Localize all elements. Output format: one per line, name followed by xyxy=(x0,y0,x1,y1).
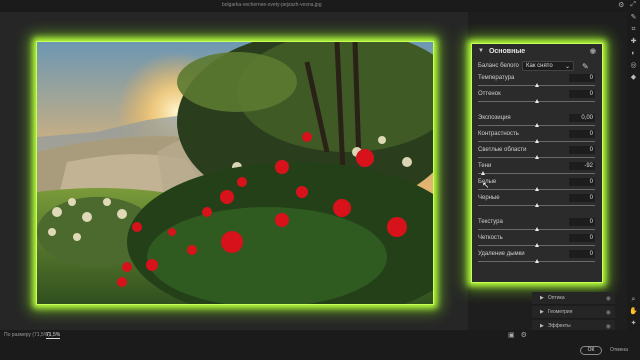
slider-label: Светлые области xyxy=(478,147,527,153)
slider-value-input[interactable]: 0 xyxy=(569,178,595,186)
adjustment-slider[interactable]: Контрастность 0 xyxy=(472,130,602,146)
slider-group-separator xyxy=(472,210,602,218)
section-label: Оптика xyxy=(547,295,565,301)
slider-label: Тени xyxy=(478,163,492,169)
eyedropper-icon[interactable]: ✎ xyxy=(582,62,589,71)
mouse-cursor-icon: ↖ xyxy=(482,180,490,190)
slider-value-input[interactable]: 0 xyxy=(569,250,595,258)
chevron-down-icon: ⌄ xyxy=(564,63,570,70)
presets-icon[interactable]: ◆ xyxy=(627,72,640,84)
file-name: bolgarka-vechernee-svety-pejzazh-vesna.j… xyxy=(222,2,322,8)
crop-icon[interactable]: ⌗ xyxy=(627,24,640,36)
hand-icon[interactable]: ✋ xyxy=(627,306,640,318)
tool-rail: ✎ ⌗ ✚ ◐ ◎ ◆ ⌕ ✋ ✦ xyxy=(627,12,640,330)
heal-icon[interactable]: ✚ xyxy=(627,36,640,48)
slider-thumb[interactable] xyxy=(534,243,539,247)
window-controls: ⚙ ⤢ xyxy=(618,1,636,9)
edit-icon[interactable]: ✎ xyxy=(627,12,640,24)
slider-track[interactable] xyxy=(478,173,595,174)
slider-thumb[interactable] xyxy=(534,83,539,87)
slider-group-separator xyxy=(472,106,602,114)
slider-value-input[interactable]: 0 xyxy=(569,90,595,98)
redeye-icon[interactable]: ◎ xyxy=(627,60,640,72)
panel-header[interactable]: ▼ Основные ◉ xyxy=(472,44,602,58)
view-controls: ▣ ⚙ xyxy=(508,331,527,339)
adjustment-slider[interactable]: Светлые области 0 xyxy=(472,146,602,162)
slider-thumb[interactable] xyxy=(534,259,539,263)
adjustment-slider[interactable]: Черные 0 xyxy=(472,194,602,210)
chevron-right-icon: ▶ xyxy=(540,309,544,315)
slider-label: Текстура xyxy=(478,219,503,225)
slider-label: Контрастность xyxy=(478,131,519,137)
slider-label: Экспозиция xyxy=(478,115,511,121)
slider-thumb[interactable] xyxy=(534,99,539,103)
cancel-button[interactable]: Отмена xyxy=(610,347,628,353)
collapsed-section[interactable]: ▶ Оптика ◉ xyxy=(532,292,615,305)
white-balance-select[interactable]: Как снято ⌄ xyxy=(522,61,574,71)
bottom-bar: По размеру (71,5%) 71,5% ▣ ⚙ ОК Отмена xyxy=(0,330,640,360)
compare-view-icon[interactable]: ▣ xyxy=(508,331,515,339)
adjustment-slider[interactable]: Четкость 0 xyxy=(472,234,602,250)
zoom-fit-option[interactable]: По размеру (71,5%) xyxy=(4,332,50,338)
eye-icon[interactable]: ◉ xyxy=(590,47,596,55)
panel-title: Основные xyxy=(488,47,526,55)
settings-icon[interactable]: ⚙ xyxy=(618,1,624,9)
adjustment-slider[interactable]: Текстура 0 xyxy=(472,218,602,234)
chevron-right-icon: ▶ xyxy=(540,323,544,329)
slider-value-input[interactable]: 0 xyxy=(569,234,595,242)
slider-label: Оттенок xyxy=(478,91,501,97)
adjustment-slider[interactable]: Удаление дымки 0 xyxy=(472,250,602,266)
ok-button[interactable]: ОК xyxy=(580,346,602,355)
slider-thumb[interactable] xyxy=(480,171,485,175)
chevron-down-icon[interactable]: ▼ xyxy=(478,48,484,54)
collapsed-section[interactable]: ▶ Геометрия ◉ xyxy=(532,306,615,319)
slider-thumb[interactable] xyxy=(534,123,539,127)
eye-icon[interactable]: ◉ xyxy=(606,295,611,302)
sampler-icon[interactable]: ✦ xyxy=(627,318,640,330)
mask-icon[interactable]: ◐ xyxy=(627,48,640,60)
eye-icon[interactable]: ◉ xyxy=(606,323,611,330)
slider-thumb[interactable] xyxy=(534,203,539,207)
slider-value-input[interactable]: 0 xyxy=(569,146,595,154)
white-balance-row: Баланс белого Как снято ⌄ ✎ xyxy=(472,58,602,74)
adjustment-slider[interactable]: Экспозиция 0,00 xyxy=(472,114,602,130)
zoom-level[interactable]: 71,5% xyxy=(46,332,61,339)
adjustment-slider[interactable]: Оттенок 0 xyxy=(472,90,602,106)
slider-label: Четкость xyxy=(478,235,503,241)
chevron-right-icon: ▶ xyxy=(540,295,544,301)
settings-icon[interactable]: ⚙ xyxy=(521,331,527,339)
slider-thumb[interactable] xyxy=(534,139,539,143)
preview-workspace xyxy=(0,12,468,330)
slider-value-input[interactable]: 0,00 xyxy=(569,114,595,122)
zoom-icon[interactable]: ⌕ xyxy=(627,294,640,306)
adjustment-slider[interactable]: Белые 0 xyxy=(472,178,602,194)
slider-value-input[interactable]: 0 xyxy=(569,218,595,226)
basic-adjustments-panel: ▼ Основные ◉ Баланс белого Как снято ⌄ ✎… xyxy=(471,43,603,283)
section-label: Геометрия xyxy=(547,309,573,315)
slider-value-input[interactable]: 0 xyxy=(569,74,595,82)
landscape-photo xyxy=(37,42,433,304)
slider-thumb[interactable] xyxy=(534,227,539,231)
slider-list: Температура 0 Оттенок 0 Экспозиция 0,00 Контра… xyxy=(472,74,602,266)
title-bar: bolgarka-vechernee-svety-pejzazh-vesna.j… xyxy=(0,0,640,12)
slider-value-input[interactable]: -92 xyxy=(569,162,595,170)
adjustment-slider[interactable]: Тени -92 xyxy=(472,162,602,178)
eye-icon[interactable]: ◉ xyxy=(606,309,611,316)
slider-thumb[interactable] xyxy=(534,187,539,191)
slider-thumb[interactable] xyxy=(534,155,539,159)
slider-label: Удаление дымки xyxy=(478,251,525,257)
slider-label: Температура xyxy=(478,75,515,81)
fullscreen-icon[interactable]: ⤢ xyxy=(630,1,636,9)
white-balance-value: Как снято xyxy=(526,63,553,69)
white-balance-label: Баланс белого xyxy=(478,63,519,69)
slider-value-input[interactable]: 0 xyxy=(569,194,595,202)
slider-label: Черные xyxy=(478,195,500,201)
slider-value-input[interactable]: 0 xyxy=(569,130,595,138)
section-label: Эффекты xyxy=(547,323,571,329)
adjustment-slider[interactable]: Температура 0 xyxy=(472,74,602,90)
photo-preview[interactable] xyxy=(36,41,434,305)
